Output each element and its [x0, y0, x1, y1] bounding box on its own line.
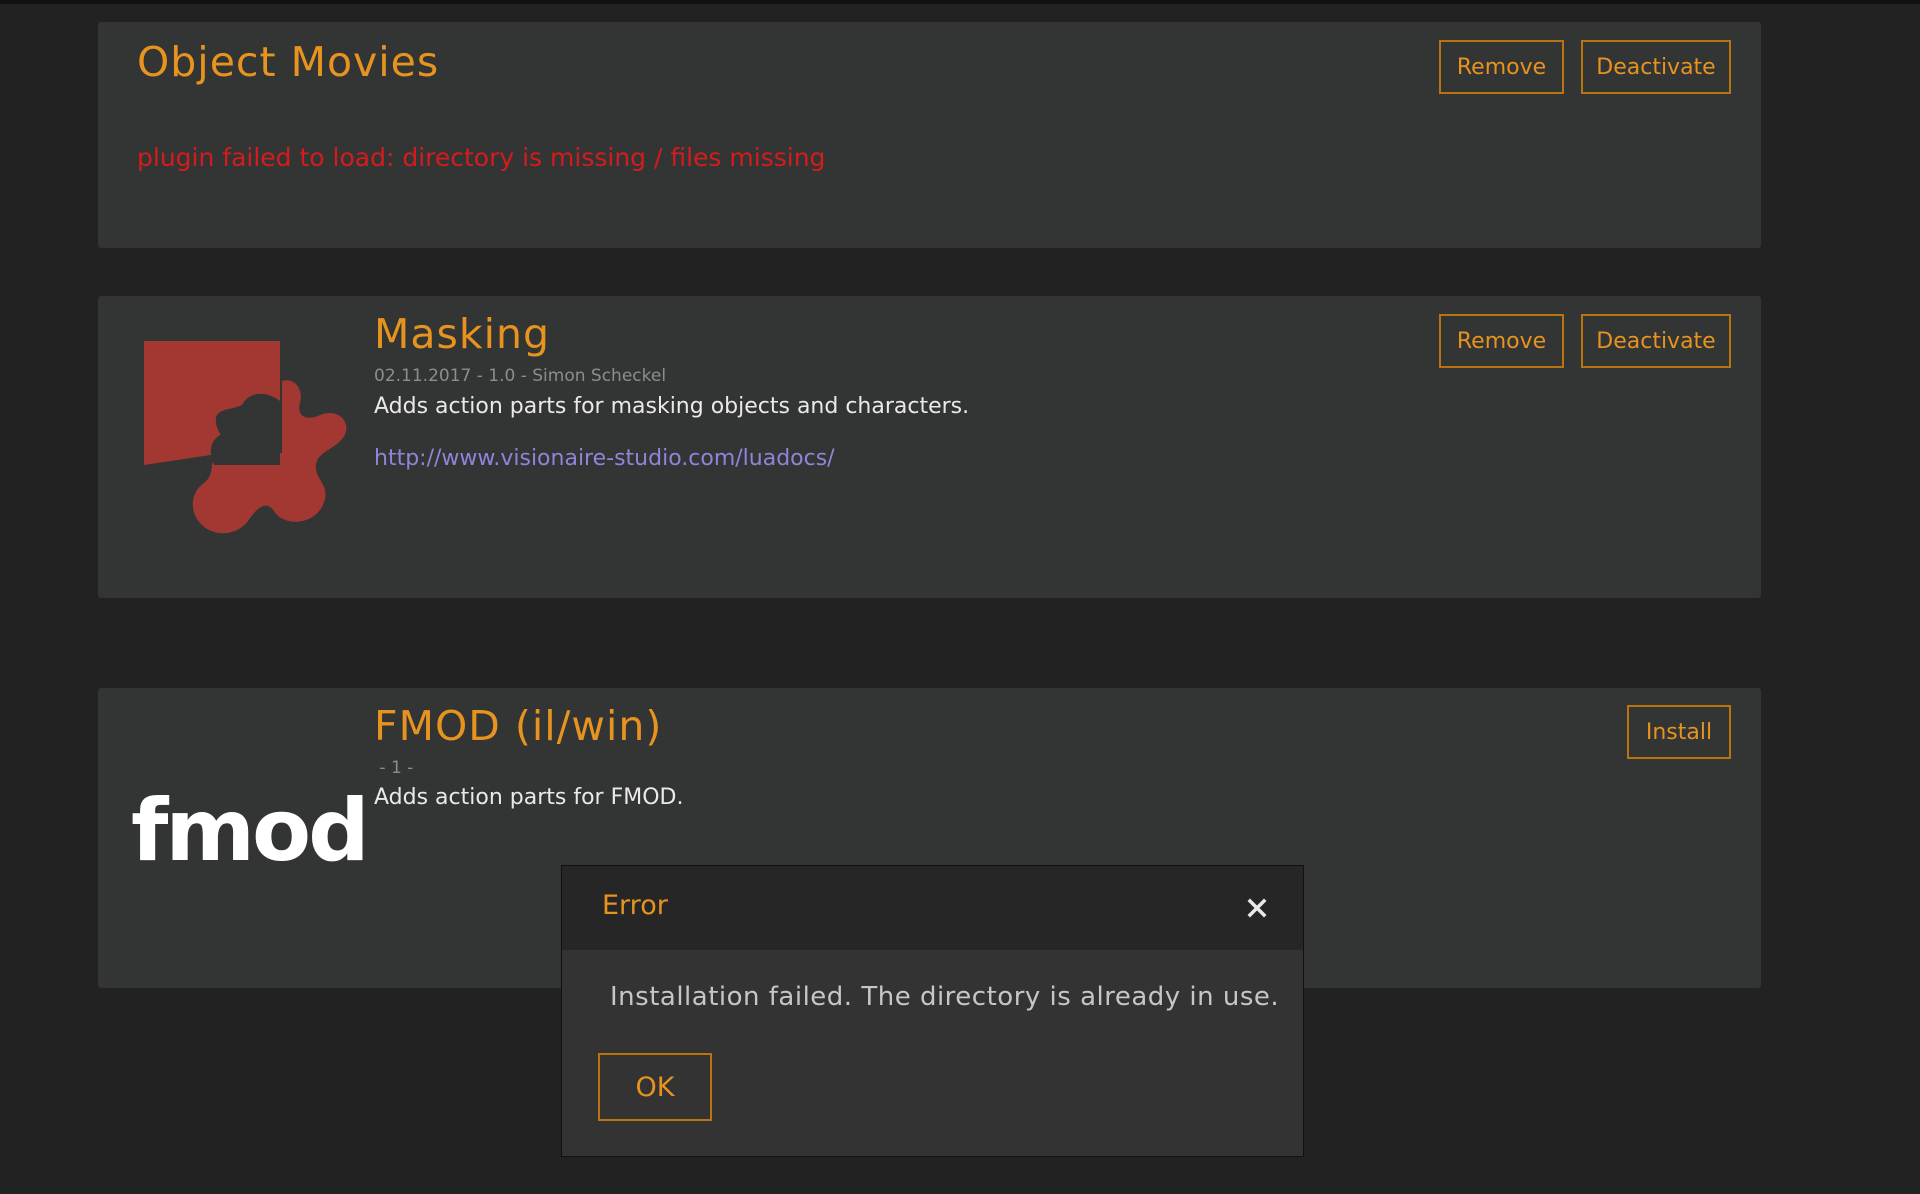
- error-dialog: Error Installation failed. The directory…: [561, 865, 1304, 1157]
- plugin-title: Object Movies: [137, 38, 440, 86]
- plugin-description: Adds action parts for masking objects an…: [374, 394, 970, 419]
- plugin-load-error: plugin failed to load: directory is miss…: [137, 143, 826, 172]
- window-top-border: [0, 0, 1920, 4]
- dialog-title: Error: [602, 890, 668, 921]
- dialog-message: Installation failed. The directory is al…: [610, 982, 1280, 1012]
- dialog-header: Error: [562, 866, 1303, 950]
- ok-button[interactable]: OK: [598, 1053, 712, 1121]
- fmod-logo: fmod: [131, 781, 370, 881]
- plugin-card-object-movies: Object Movies plugin failed to load: dir…: [98, 22, 1761, 248]
- plugin-description: Adds action parts for FMOD.: [374, 785, 684, 810]
- remove-button[interactable]: Remove: [1439, 314, 1564, 368]
- plugin-title: Masking: [374, 310, 551, 358]
- plugin-meta: 02.11.2017 - 1.0 - Simon Scheckel: [374, 366, 667, 386]
- close-icon[interactable]: [1245, 896, 1269, 920]
- masking-plugin-logo: [144, 341, 347, 534]
- deactivate-button[interactable]: Deactivate: [1581, 314, 1731, 368]
- plugin-title: FMOD (il/win): [374, 702, 663, 750]
- install-button[interactable]: Install: [1627, 705, 1731, 759]
- plugin-card-masking: Masking 02.11.2017 - 1.0 - Simon Schecke…: [98, 296, 1761, 598]
- remove-button[interactable]: Remove: [1439, 40, 1564, 94]
- deactivate-button[interactable]: Deactivate: [1581, 40, 1731, 94]
- plugin-docs-link[interactable]: http://www.visionaire-studio.com/luadocs…: [374, 446, 835, 471]
- plugin-meta: - 1 -: [374, 758, 419, 778]
